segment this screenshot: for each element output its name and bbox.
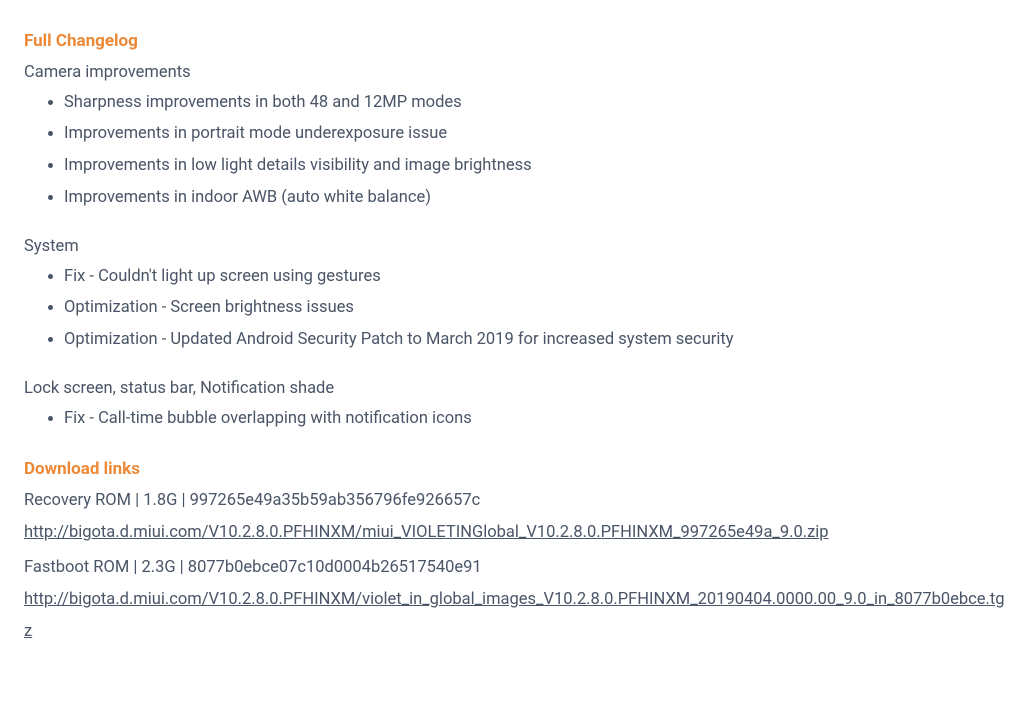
section-camera: Camera improvements Sharpness improvemen…	[24, 60, 1009, 210]
section-heading: System	[24, 234, 1009, 260]
changelog-title: Full Changelog	[24, 28, 1009, 54]
section-heading: Lock screen, status bar, Notification sh…	[24, 376, 1009, 402]
recovery-rom-link[interactable]: http://bigota.d.miui.com/V10.2.8.0.PFHIN…	[24, 523, 829, 542]
list-item: Fix - Call-time bubble overlapping with …	[64, 406, 1009, 432]
fastboot-rom-link[interactable]: http://bigota.d.miui.com/V10.2.8.0.PFHIN…	[24, 590, 1005, 640]
section-heading: Camera improvements	[24, 60, 1009, 86]
section-lockscreen: Lock screen, status bar, Notification sh…	[24, 376, 1009, 431]
section-list: Fix - Couldn't light up screen using ges…	[24, 264, 1009, 353]
section-list: Fix - Call-time bubble overlapping with …	[24, 406, 1009, 432]
list-item: Sharpness improvements in both 48 and 12…	[64, 90, 1009, 116]
list-item: Fix - Couldn't light up screen using ges…	[64, 264, 1009, 290]
downloads-title: Download links	[24, 456, 1009, 482]
list-item: Optimization - Screen brightness issues	[64, 295, 1009, 321]
recovery-rom-info: Recovery ROM | 1.8G | 997265e49a35b59ab3…	[24, 488, 1009, 514]
list-item: Improvements in indoor AWB (auto white b…	[64, 185, 1009, 211]
list-item: Optimization - Updated Android Security …	[64, 327, 1009, 353]
section-system: System Fix - Couldn't light up screen us…	[24, 234, 1009, 352]
list-item: Improvements in low light details visibi…	[64, 153, 1009, 179]
section-list: Sharpness improvements in both 48 and 12…	[24, 90, 1009, 210]
list-item: Improvements in portrait mode underexpos…	[64, 121, 1009, 147]
fastboot-rom-info: Fastboot ROM | 2.3G | 8077b0ebce07c10d00…	[24, 555, 1009, 581]
